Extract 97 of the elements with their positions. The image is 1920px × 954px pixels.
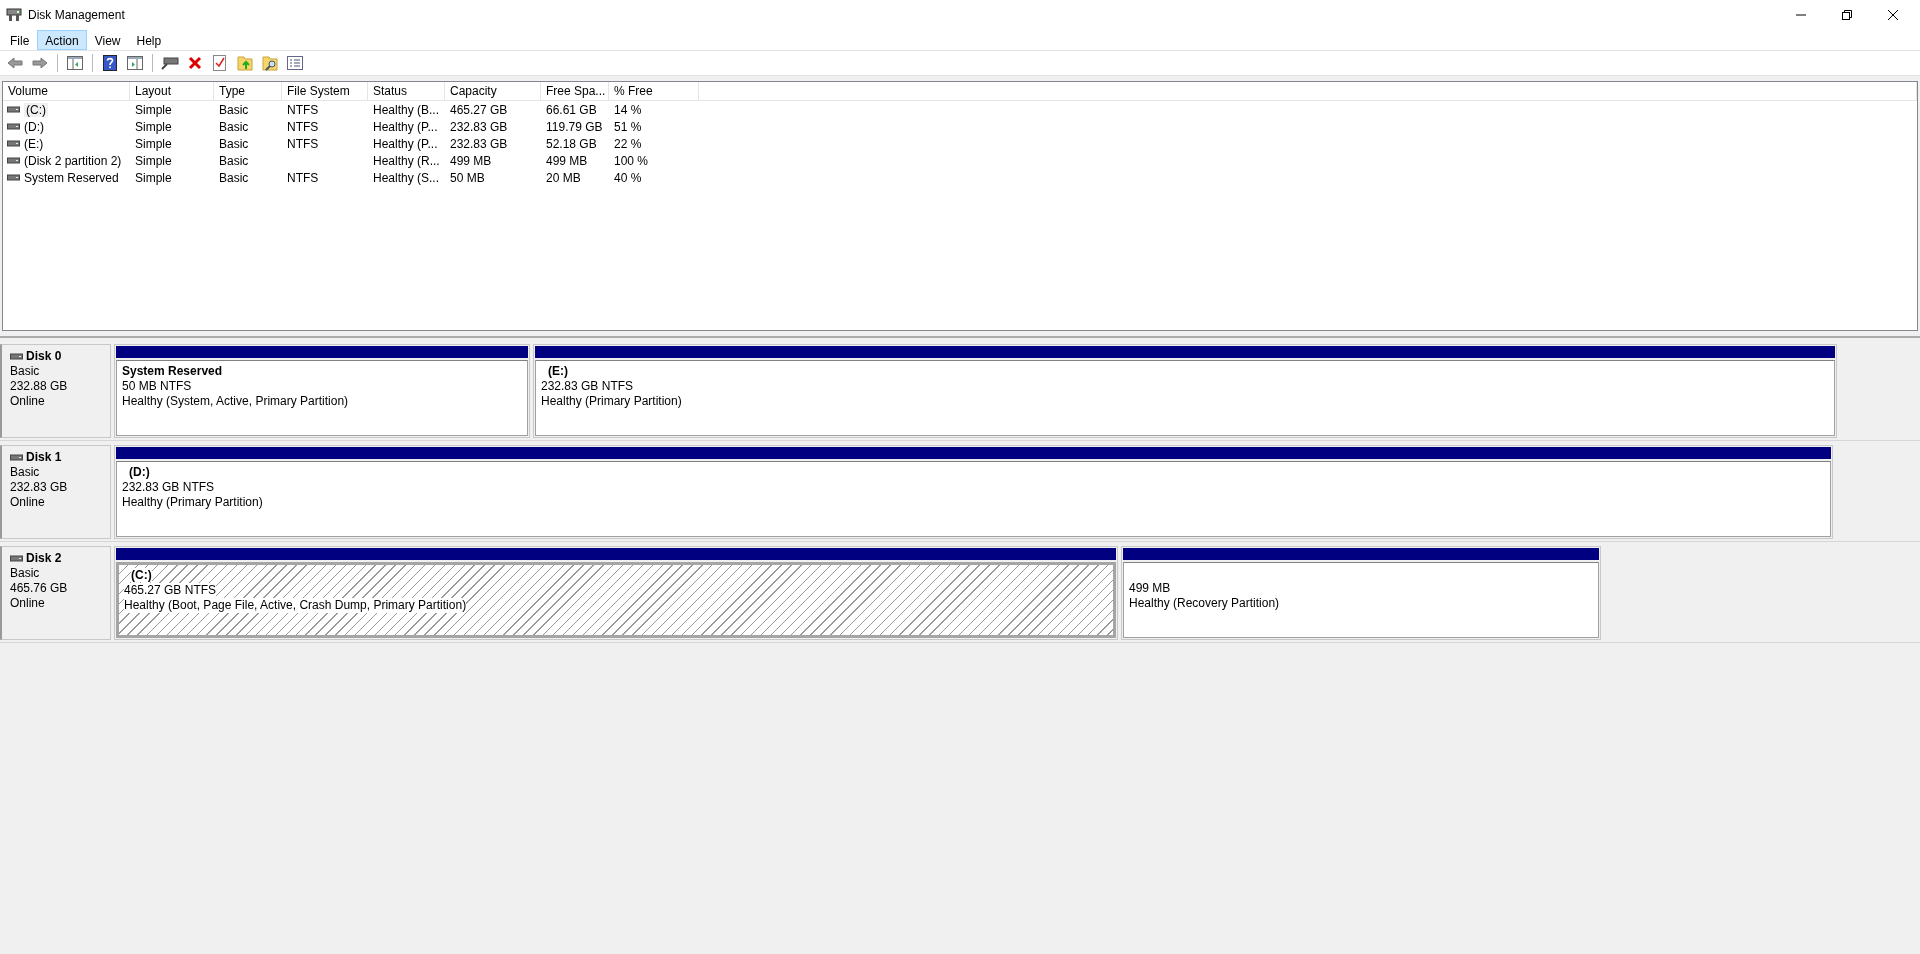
partition-status: Healthy (Primary Partition) xyxy=(541,394,682,409)
drive-icon xyxy=(7,174,20,181)
table-cell: 465.27 GB xyxy=(450,102,508,117)
table-cell: 14 % xyxy=(614,102,642,117)
drive-icon xyxy=(7,123,20,130)
partition[interactable]: (E:) 232.83 GB NTFS Healthy (Primary Partition) xyxy=(533,344,1837,438)
table-cell: 499 MB xyxy=(450,153,492,168)
disk-status: Online xyxy=(10,495,46,510)
table-cell: 52.18 GB xyxy=(546,136,597,151)
checklist-icon xyxy=(213,55,227,71)
table-cell: 232.83 GB xyxy=(450,119,508,134)
disk-size: 232.88 GB xyxy=(10,379,69,394)
partition-size: 232.83 GB NTFS xyxy=(541,379,634,394)
table-cell: NTFS xyxy=(287,136,319,151)
table-cell: Basic xyxy=(219,153,249,168)
disk-name: Disk 1 xyxy=(26,450,62,465)
partition[interactable]: (C:) 465.27 GB NTFS Healthy (Boot, Page File, Active, Crash Dump, Primary Partition) xyxy=(114,546,1118,640)
table-cell: 499 MB xyxy=(546,153,588,168)
partition-size: 50 MB NTFS xyxy=(122,379,192,394)
restore-icon xyxy=(1842,10,1852,20)
drive-icon xyxy=(7,140,20,147)
disk-name: Disk 2 xyxy=(26,551,62,566)
partition-size: 232.83 GB NTFS xyxy=(122,480,215,495)
drive-label[interactable]: (Disk 2 partition 2) xyxy=(24,153,122,168)
disk-status: Online xyxy=(10,596,46,611)
table-cell: 50 MB xyxy=(450,170,485,185)
table-cell: Healthy (P... xyxy=(373,119,438,134)
table-cell: NTFS xyxy=(287,119,319,134)
drive-icon xyxy=(7,157,20,164)
panel-icon xyxy=(127,56,143,70)
disk-type: Basic xyxy=(10,364,41,379)
disk-label[interactable]: Disk 0 Basic 232.88 GB Online xyxy=(0,344,111,438)
drive-label[interactable]: (C:) xyxy=(24,102,48,117)
table-cell: 20 MB xyxy=(546,170,581,185)
table-cell: Simple xyxy=(135,119,172,134)
menu-item[interactable]: File xyxy=(2,30,38,50)
partition-status: Healthy (Primary Partition) xyxy=(122,495,263,510)
folder-arrow-icon xyxy=(237,55,253,71)
table-cell: Simple xyxy=(135,153,172,168)
drive-label[interactable]: (E:) xyxy=(24,136,44,151)
table-cell: 40 % xyxy=(614,170,642,185)
table-cell: Simple xyxy=(135,102,172,117)
disk-type: Basic xyxy=(10,465,41,480)
partition-name: (E:) xyxy=(548,364,568,378)
partition-name: (D:) xyxy=(129,465,150,479)
partition[interactable]: (D:) 232.83 GB NTFS Healthy (Primary Partition) xyxy=(114,445,1833,539)
partition[interactable]: System Reserved 50 MB NTFS Healthy (System, Active, Primary Partition) xyxy=(114,344,530,438)
table-cell: 232.83 GB xyxy=(450,136,508,151)
table-cell: NTFS xyxy=(287,170,319,185)
table-cell: Basic xyxy=(219,170,249,185)
partition-name: System Reserved xyxy=(122,364,223,378)
table-cell: Healthy (S... xyxy=(373,170,440,185)
table-cell: 66.61 GB xyxy=(546,102,597,117)
disk-label[interactable]: Disk 1 Basic 232.83 GB Online xyxy=(0,445,111,539)
disk-status: Online xyxy=(10,394,46,409)
table-cell: Simple xyxy=(135,136,172,151)
partition-status: Healthy (Recovery Partition) xyxy=(1129,596,1280,611)
delete-icon xyxy=(188,56,202,70)
drive-icon xyxy=(161,56,179,70)
drive-label[interactable]: (D:) xyxy=(24,119,44,134)
menu-item[interactable]: Help xyxy=(128,30,170,50)
window-title: Disk Management xyxy=(28,8,126,22)
partition-status: Healthy (System, Active, Primary Partition) xyxy=(122,394,349,409)
table-cell: Healthy (R... xyxy=(373,153,440,168)
table-cell: 100 % xyxy=(614,153,649,168)
table-cell: Simple xyxy=(135,170,172,185)
panel-icon xyxy=(67,56,83,70)
disk-name: Disk 0 xyxy=(26,349,62,364)
partition-size: 465.27 GB NTFS xyxy=(124,583,217,598)
disk-type: Basic xyxy=(10,566,41,581)
partition[interactable]: 499 MB Healthy (Recovery Partition) xyxy=(1121,546,1601,640)
drive-label[interactable]: System Reserved xyxy=(24,170,119,185)
left-arrow-icon xyxy=(7,56,23,70)
table-cell: Basic xyxy=(219,102,249,117)
table-cell: Healthy (B... xyxy=(373,102,440,117)
table-cell: 22 % xyxy=(614,136,642,151)
app-icon xyxy=(6,8,22,22)
partition-name: (C:) xyxy=(131,568,152,582)
table-cell: Basic xyxy=(219,119,249,134)
right-arrow-icon xyxy=(32,56,48,70)
table-cell: NTFS xyxy=(287,102,319,117)
disk-size: 232.83 GB xyxy=(10,480,69,495)
disk-size: 465.76 GB xyxy=(10,581,69,596)
folder-magnifier-icon xyxy=(262,55,278,71)
menu-item[interactable]: Action xyxy=(37,30,87,50)
table-cell: Basic xyxy=(219,136,249,151)
menu-item[interactable]: View xyxy=(86,30,129,50)
table-cell: 51 % xyxy=(614,119,642,134)
table-cell: 119.79 GB xyxy=(546,119,603,134)
disk-label[interactable]: Disk 2 Basic 465.76 GB Online xyxy=(0,546,111,640)
help-icon xyxy=(103,55,117,71)
drive-icon xyxy=(7,106,20,113)
partition-status: Healthy (Boot, Page File, Active, Crash Dump, Primary Partition) xyxy=(124,598,467,613)
table-cell: Healthy (P... xyxy=(373,136,438,151)
partition-size: 499 MB xyxy=(1129,581,1171,596)
close-icon xyxy=(1888,10,1898,20)
list-icon xyxy=(287,56,303,70)
